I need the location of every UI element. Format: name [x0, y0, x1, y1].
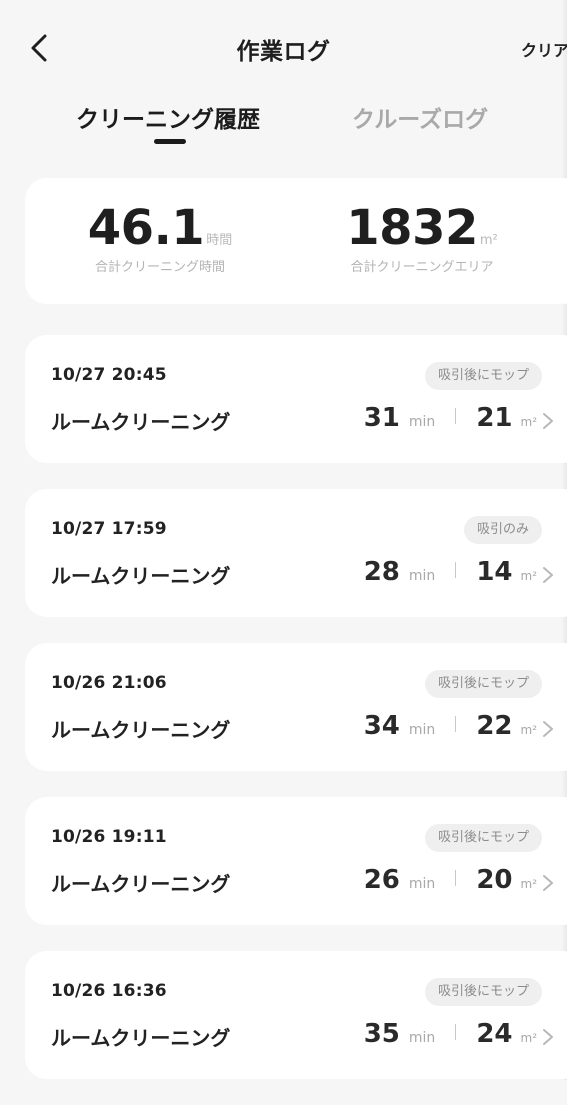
log-duration: 35: [363, 1019, 400, 1049]
log-area: 14: [476, 557, 513, 587]
log-duration: 34: [363, 711, 400, 741]
log-mode-badge: 吸引後にモップ: [424, 362, 542, 390]
log-metrics: 26 min 20 m²: [364, 865, 537, 899]
log-duration: 28: [363, 557, 400, 587]
log-item[interactable]: 10/27 20:45 吸引後にモップ ルームクリーニング 31 min 21 …: [25, 335, 567, 463]
page-title: 作業ログ: [236, 39, 331, 65]
chevron-right-icon: [543, 413, 553, 429]
log-duration: 31: [363, 403, 400, 433]
log-metrics: 34 min 22 m²: [364, 711, 537, 745]
total-time-value: 46.1: [87, 200, 205, 256]
log-datetime: 10/27 20:45: [51, 365, 167, 385]
log-duration-unit: min: [408, 414, 436, 430]
log-mode-badge: 吸引のみ: [463, 516, 542, 544]
total-area-label: 合計クリーニングエリア: [350, 260, 494, 275]
log-item[interactable]: 10/26 21:06 吸引後にモップ ルームクリーニング 34 min 22 …: [25, 643, 567, 771]
log-item[interactable]: 10/26 19:11 吸引後にモップ ルームクリーニング 26 min 20 …: [25, 797, 567, 925]
total-area-summary: 1832 m² 合計クリーニングエリア: [287, 200, 557, 275]
log-area: 21: [476, 403, 513, 433]
top-bar: 作業ログ クリア: [0, 0, 567, 95]
log-title: ルームクリーニング: [51, 410, 231, 434]
log-area-unit: m²: [520, 723, 538, 737]
log-metrics: 35 min 24 m²: [364, 1019, 537, 1053]
tab-bar: クリーニング履歴 クルーズログ: [0, 96, 567, 156]
log-title: ルームクリーニング: [51, 564, 231, 588]
cleaning-log-list: 10/27 20:45 吸引後にモップ ルームクリーニング 31 min 21 …: [25, 335, 567, 1105]
total-time-summary: 46.1 時間 合計クリーニング時間: [25, 200, 295, 275]
metric-divider: [455, 562, 457, 578]
metric-divider: [455, 870, 457, 886]
total-area-value: 1832: [346, 200, 478, 256]
total-area-unit: m²: [479, 233, 498, 248]
log-metrics: 31 min 21 m²: [364, 403, 537, 437]
log-mode-badge: 吸引後にモップ: [424, 670, 542, 698]
log-area-unit: m²: [520, 415, 538, 429]
log-duration-unit: min: [408, 568, 436, 584]
log-mode-badge: 吸引後にモップ: [424, 824, 542, 852]
active-tab-indicator: [154, 139, 186, 144]
log-title: ルームクリーニング: [51, 872, 231, 896]
log-mode-badge: 吸引後にモップ: [424, 978, 542, 1006]
log-area: 24: [476, 1019, 513, 1049]
clear-button[interactable]: クリア: [521, 37, 567, 61]
summary-card: 46.1 時間 合計クリーニング時間 1832 m² 合計クリーニングエリア: [25, 178, 567, 304]
log-datetime: 10/27 17:59: [51, 519, 167, 539]
chevron-right-icon: [543, 567, 553, 583]
log-area: 22: [476, 711, 513, 741]
log-item[interactable]: 10/27 17:59 吸引のみ ルームクリーニング 28 min 14 m²: [25, 489, 567, 617]
log-duration: 26: [363, 865, 400, 895]
log-area-unit: m²: [520, 1031, 538, 1045]
chevron-right-icon: [543, 1029, 553, 1045]
metric-divider: [455, 716, 457, 732]
log-datetime: 10/26 16:36: [51, 981, 167, 1001]
log-area-unit: m²: [520, 877, 538, 891]
log-datetime: 10/26 21:06: [51, 673, 167, 693]
log-title: ルームクリーニング: [51, 718, 231, 742]
log-title: ルームクリーニング: [51, 1026, 231, 1050]
log-area-unit: m²: [520, 569, 538, 583]
tab-cleaning-history[interactable]: クリーニング履歴: [76, 100, 260, 134]
metric-divider: [455, 1024, 457, 1040]
log-datetime: 10/26 19:11: [51, 827, 167, 847]
log-duration-unit: min: [408, 1030, 436, 1046]
log-duration-unit: min: [408, 876, 436, 892]
metric-divider: [455, 408, 457, 424]
log-metrics: 28 min 14 m²: [364, 557, 537, 591]
log-item[interactable]: 10/26 16:36 吸引後にモップ ルームクリーニング 35 min 24 …: [25, 951, 567, 1079]
tab-cruise-log[interactable]: クルーズログ: [352, 100, 488, 134]
chevron-right-icon: [543, 721, 553, 737]
total-time-label: 合計クリーニング時間: [94, 260, 225, 275]
log-duration-unit: min: [408, 722, 436, 738]
log-area: 20: [476, 865, 513, 895]
total-time-unit: 時間: [206, 233, 233, 248]
chevron-right-icon: [543, 875, 553, 891]
